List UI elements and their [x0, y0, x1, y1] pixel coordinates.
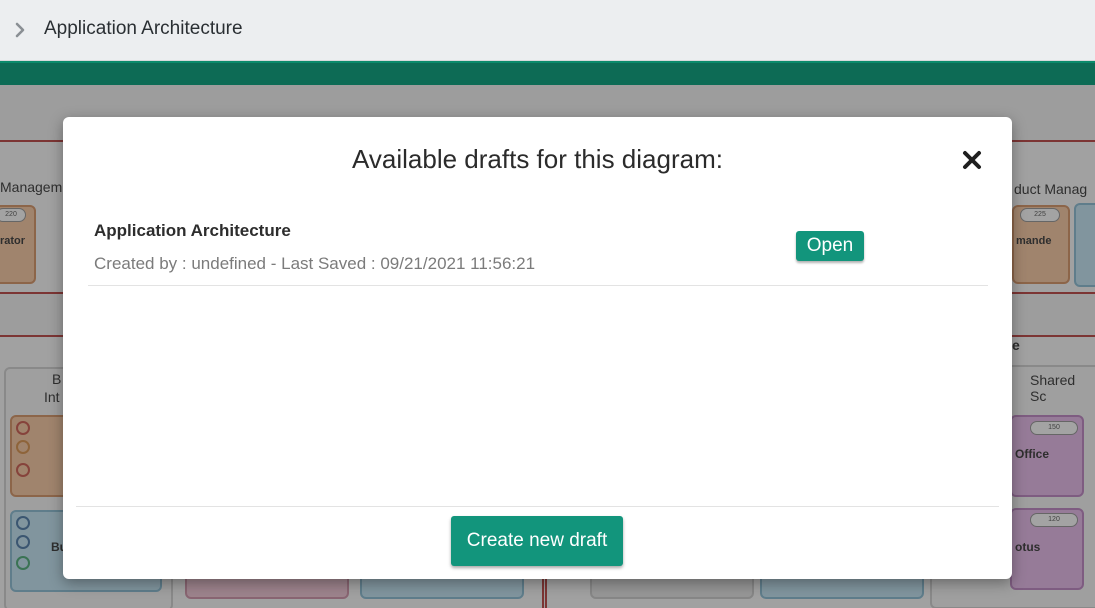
open-draft-button[interactable]: Open: [796, 231, 864, 261]
draft-name: Application Architecture: [94, 221, 291, 240]
modal-title: Available drafts for this diagram:: [352, 144, 723, 174]
page-title: Application Architecture: [44, 18, 243, 39]
drafts-modal: Available drafts for this diagram: Appli…: [63, 117, 1012, 579]
header-bar: Application Architecture: [0, 0, 1095, 61]
draft-list-item: Application Architecture Created by : un…: [88, 207, 988, 286]
accent-bar: [0, 61, 1095, 85]
footer-divider: [76, 506, 999, 507]
close-icon[interactable]: [961, 149, 983, 171]
draft-meta: Created by : undefined - Last Saved : 09…: [94, 254, 536, 273]
create-new-draft-button[interactable]: Create new draft: [451, 516, 623, 566]
chevron-right-icon[interactable]: [13, 21, 27, 39]
